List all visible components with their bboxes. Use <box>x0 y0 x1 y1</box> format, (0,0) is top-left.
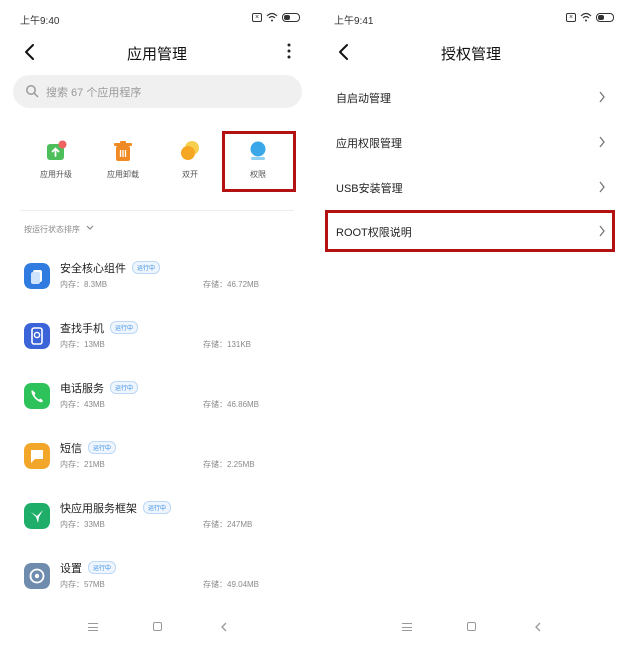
tool-label: 应用卸载 <box>107 170 139 179</box>
nav-bar <box>314 620 628 638</box>
authorization-management-screen: 上午9:41 × 授权管理 自启动管理 应用权限管理 USB安装管理 ROOT权… <box>314 0 628 650</box>
running-badge: 运行中 <box>110 321 139 334</box>
tool-app-upgrade[interactable]: 应用升级 <box>26 140 86 180</box>
more-options-icon[interactable] <box>286 42 292 60</box>
title-bar: 授权管理 <box>314 38 628 66</box>
tool-uninstall[interactable]: 应用卸载 <box>93 140 153 180</box>
app-name: 短信 运行中 <box>60 440 117 456</box>
search-input[interactable]: 搜索 67 个应用程序 <box>13 75 302 108</box>
status-bar: 上午9:41 × <box>314 10 628 27</box>
sort-dropdown[interactable]: 按运行状态排序 <box>24 224 94 235</box>
highlight-box-permissions <box>222 131 296 192</box>
storage-usage: 存储：46.86MB <box>203 400 260 409</box>
find-phone-icon <box>24 323 50 349</box>
app-upgrade-icon <box>45 140 67 162</box>
highlight-box-root <box>325 210 615 252</box>
divider <box>20 210 294 211</box>
chevron-right-icon <box>599 91 605 103</box>
app-name: 快应用服务框架 运行中 <box>60 500 172 516</box>
sms-icon <box>24 443 50 469</box>
app-row[interactable]: 快应用服务框架 运行中 内存：33MB 存储：247MB <box>0 500 314 553</box>
title-bar: 应用管理 <box>0 38 314 66</box>
setting-label: 自启动管理 <box>336 93 391 105</box>
app-name: 电话服务 运行中 <box>60 380 139 396</box>
chevron-right-icon <box>599 136 605 148</box>
app-name: 设置 运行中 <box>60 560 117 576</box>
app-row[interactable]: 短信 运行中 内存：21MB 存储：2.25MB <box>0 440 314 493</box>
dual-apps-icon <box>179 140 201 162</box>
storage-usage: 存储：49.04MB <box>203 580 260 589</box>
setting-item-usb-install[interactable]: USB安装管理 <box>314 166 628 210</box>
home-icon[interactable] <box>467 622 476 631</box>
nav-back-icon[interactable] <box>218 621 230 633</box>
search-icon <box>26 85 39 98</box>
setting-label: USB安装管理 <box>336 183 403 195</box>
setting-label: 应用权限管理 <box>336 138 402 150</box>
app-name: 安全核心组件 运行中 <box>60 260 161 276</box>
app-row[interactable]: 安全核心组件 运行中 内存：8.3MB 存储：46.72MB <box>0 260 314 313</box>
sim-icon: × <box>566 12 576 22</box>
setting-item-app-permissions[interactable]: 应用权限管理 <box>314 121 628 165</box>
settings-icon <box>24 563 50 589</box>
running-badge: 运行中 <box>132 261 161 274</box>
storage-usage: 存储：131KB <box>203 340 252 349</box>
storage-usage: 存储：247MB <box>203 520 253 529</box>
app-name: 查找手机 运行中 <box>60 320 139 336</box>
running-badge: 运行中 <box>88 441 117 454</box>
status-icons: × <box>566 12 614 22</box>
storage-usage: 存储：46.72MB <box>203 280 260 289</box>
page-title: 授权管理 <box>440 46 501 63</box>
app-row[interactable]: 设置 运行中 内存：57MB 存储：49.04MB <box>0 560 314 613</box>
memory-usage: 内存：21MB <box>60 460 105 469</box>
sim-icon: × <box>252 12 262 22</box>
memory-usage: 内存：43MB <box>60 400 105 409</box>
wifi-icon <box>580 12 592 22</box>
tool-dual-apps[interactable]: 双开 <box>160 140 220 180</box>
home-icon[interactable] <box>153 622 162 631</box>
wifi-icon <box>266 12 278 22</box>
running-badge: 运行中 <box>143 501 172 514</box>
battery-icon <box>282 12 300 22</box>
menu-icon[interactable] <box>88 623 98 631</box>
status-time: 上午9:40 <box>20 16 60 27</box>
menu-icon[interactable] <box>402 623 412 631</box>
memory-usage: 内存：57MB <box>60 580 105 589</box>
status-time: 上午9:41 <box>334 16 374 27</box>
memory-usage: 内存：13MB <box>60 340 105 349</box>
storage-usage: 存储：2.25MB <box>203 460 255 469</box>
status-icons: × <box>252 12 300 22</box>
tool-label: 双开 <box>182 170 198 179</box>
memory-usage: 内存：8.3MB <box>60 280 108 289</box>
nav-back-icon[interactable] <box>532 621 544 633</box>
status-bar: 上午9:40 × <box>0 10 314 27</box>
security-core-icon <box>24 263 50 289</box>
tool-label: 应用升级 <box>40 170 72 179</box>
search-placeholder: 搜索 67 个应用程序 <box>46 87 142 99</box>
sort-label: 按运行状态排序 <box>24 225 80 234</box>
page-title: 应用管理 <box>126 46 187 63</box>
running-badge: 运行中 <box>88 561 117 574</box>
phone-icon <box>24 383 50 409</box>
app-row[interactable]: 查找手机 运行中 内存：13MB 存储：131KB <box>0 320 314 373</box>
uninstall-icon <box>112 140 134 162</box>
battery-icon <box>596 12 614 22</box>
running-badge: 运行中 <box>110 381 139 394</box>
chevron-right-icon <box>599 181 605 193</box>
nav-bar <box>0 620 314 638</box>
app-management-screen: 上午9:40 × 应用管理 搜索 67 个应用程序 应用升级 应用卸载 双开 权… <box>0 0 314 650</box>
setting-item-autostart[interactable]: 自启动管理 <box>314 76 628 120</box>
app-row[interactable]: 电话服务 运行中 内存：43MB 存储：46.86MB <box>0 380 314 433</box>
memory-usage: 内存：33MB <box>60 520 105 529</box>
chevron-down-icon <box>86 225 94 230</box>
quick-app-icon <box>24 503 50 529</box>
